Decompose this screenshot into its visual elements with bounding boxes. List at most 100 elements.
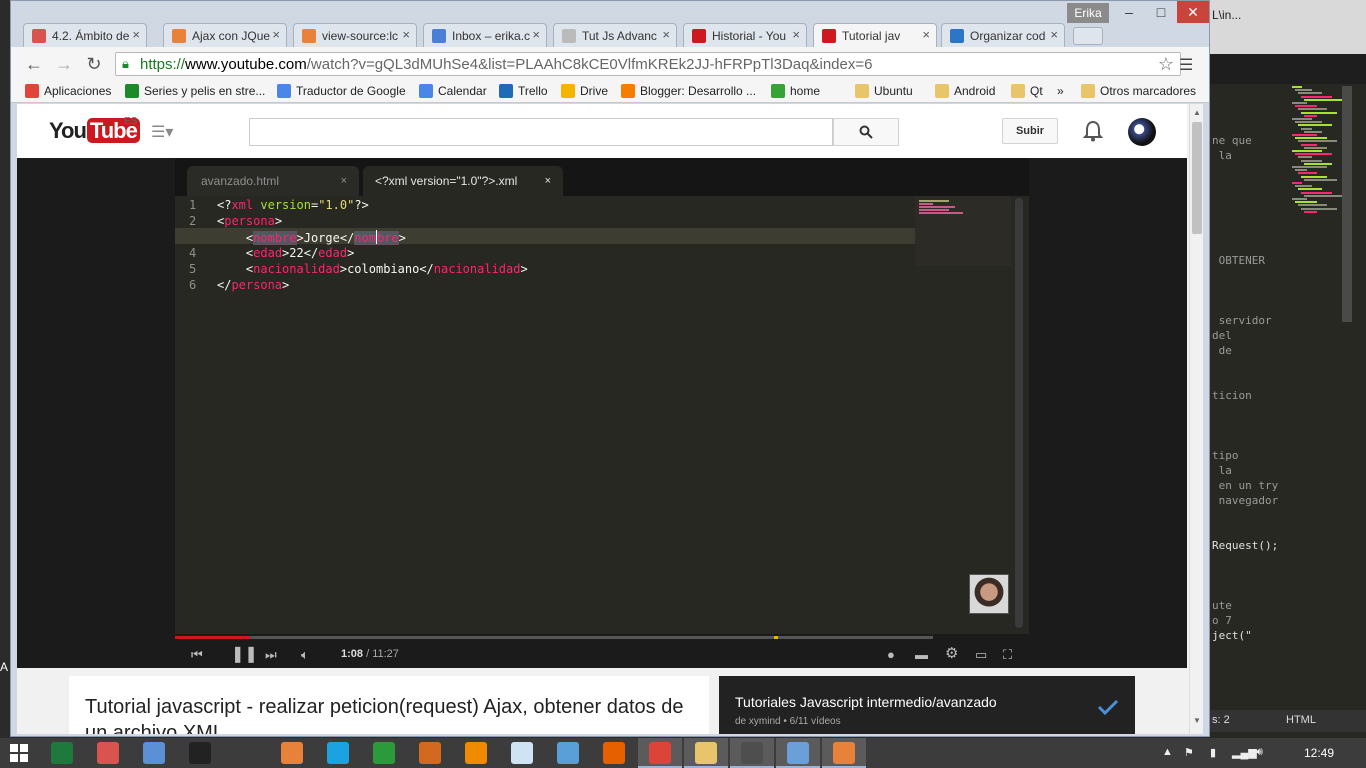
fullscreen-icon[interactable]: ⛶: [1003, 647, 1012, 663]
browser-tab[interactable]: Inbox – erika.c ×: [423, 23, 547, 47]
taskbar-app[interactable]: [408, 738, 452, 768]
taskbar-app[interactable]: [546, 738, 590, 768]
browser-tab[interactable]: Tutorial jav ×: [813, 23, 937, 47]
taskbar-app[interactable]: [40, 738, 84, 768]
guide-menu-icon[interactable]: ☰▾: [151, 122, 173, 142]
bookmark-item[interactable]: Calendar: [419, 84, 487, 98]
tab-close-icon[interactable]: ×: [662, 27, 670, 42]
keyboard-icon: [143, 742, 165, 764]
forward-button[interactable]: →: [53, 53, 75, 75]
theater-mode-icon[interactable]: ▭: [975, 647, 987, 663]
close-window-button[interactable]: ✕: [1177, 1, 1209, 23]
bookmark-item[interactable]: Trello: [499, 84, 548, 98]
tab-close-icon[interactable]: ×: [1050, 27, 1058, 42]
volume-icon[interactable]: 🔈︎: [301, 647, 309, 663]
youtube-logo[interactable]: You Tube ES: [49, 116, 140, 144]
volume-tray-icon[interactable]: 🔊︎: [1256, 746, 1263, 759]
line-number: 5: [189, 262, 197, 276]
bookmark-icon: [25, 84, 39, 98]
taskbar-app[interactable]: [500, 738, 544, 768]
browser-tab[interactable]: Ajax con JQue ×: [163, 23, 287, 47]
new-tab-button[interactable]: [1073, 27, 1103, 45]
bookmark-item[interactable]: Android: [935, 84, 995, 98]
scroll-thumb[interactable]: [1192, 122, 1202, 234]
reload-button[interactable]: ↻: [83, 53, 105, 75]
bg-editor-scrollbar[interactable]: [1342, 86, 1352, 322]
search-input[interactable]: [249, 118, 833, 146]
tab-close-icon[interactable]: ×: [532, 27, 540, 42]
signal-icon[interactable]: ▂▄▆: [1232, 746, 1257, 759]
subtitles-icon[interactable]: ▬: [915, 647, 928, 662]
taskbar-app[interactable]: [362, 738, 406, 768]
playlist-panel[interactable]: Tutoriales Javascript intermedio/avanzad…: [719, 676, 1135, 734]
browser-tab[interactable]: Historial - You ×: [683, 23, 807, 47]
other-bookmarks[interactable]: Otros marcadores: [1081, 84, 1196, 98]
address-bar[interactable]: 🔒︎ https://www.youtube.com/watch?v=gQL3d…: [115, 52, 1181, 76]
minimize-button[interactable]: –: [1113, 1, 1145, 23]
bg-code-line: ne que: [1212, 134, 1252, 147]
browser-tab[interactable]: view-source:lc ×: [293, 23, 417, 47]
bookmark-item[interactable]: Drive: [561, 84, 608, 98]
previous-icon[interactable]: ⏮: [191, 647, 203, 663]
windows-start-icon[interactable]: [10, 744, 28, 767]
next-icon[interactable]: ⏭: [265, 647, 277, 663]
taskbar-app[interactable]: [776, 738, 820, 768]
avatar[interactable]: [1128, 118, 1156, 146]
battery-icon[interactable]: ▮: [1210, 746, 1216, 759]
tab-close-icon[interactable]: ×: [922, 27, 930, 42]
taskbar-app[interactable]: [316, 738, 360, 768]
profile-button[interactable]: Erika: [1067, 3, 1109, 23]
tab-close-icon[interactable]: ×: [132, 27, 140, 42]
bookmark-star-icon[interactable]: ☆: [1158, 54, 1174, 75]
taskbar-app[interactable]: [684, 738, 728, 768]
page-scrollbar[interactable]: ▲ ▼: [1189, 104, 1203, 734]
bookmark-item[interactable]: Aplicaciones: [25, 84, 111, 98]
back-button[interactable]: ←: [23, 53, 45, 75]
browser-tab[interactable]: Organizar cod ×: [941, 23, 1065, 47]
scroll-down-icon[interactable]: ▼: [1193, 716, 1201, 725]
media-icon: [281, 742, 303, 764]
background-editor-window: L\in... ▼ ne que la OBTENER servidordel …: [1208, 0, 1366, 740]
bg-code-line: navegador: [1212, 494, 1279, 507]
taskbar-app[interactable]: [730, 738, 774, 768]
notifications-bell-icon[interactable]: [1082, 120, 1104, 147]
bg-status-syntax[interactable]: HTML: [1286, 714, 1316, 726]
search-button[interactable]: [833, 118, 899, 146]
settings-gear-icon[interactable]: ⚙: [945, 644, 958, 662]
tab-close-icon[interactable]: ×: [792, 27, 800, 42]
bookmark-item[interactable]: Ubuntu: [855, 84, 913, 98]
taskbar-app[interactable]: [638, 738, 682, 768]
taskbar-app[interactable]: [592, 738, 636, 768]
chrome-menu-icon[interactable]: ☰: [1179, 55, 1197, 75]
browser-tab[interactable]: 4.2. Ámbito de ×: [23, 23, 147, 47]
upload-button[interactable]: Subir: [1002, 118, 1058, 144]
bookmark-label: home: [790, 84, 821, 98]
bookmark-item[interactable]: Traductor de Google: [277, 84, 406, 98]
taskbar-app[interactable]: [86, 738, 130, 768]
browser-tab[interactable]: Tut Js Advanc ×: [553, 23, 677, 47]
maximize-button[interactable]: □: [1145, 1, 1177, 23]
flag-icon[interactable]: ⚑: [1184, 746, 1194, 759]
clock[interactable]: 12:49: [1304, 746, 1334, 760]
taskbar-app[interactable]: [178, 738, 222, 768]
bookmark-item[interactable]: home: [771, 84, 820, 98]
bookmarks-overflow-button[interactable]: »: [1057, 84, 1064, 98]
taskbar-app[interactable]: [454, 738, 498, 768]
taskbar-app[interactable]: [822, 738, 866, 768]
tab-close-icon[interactable]: ×: [402, 27, 410, 42]
watch-later-icon[interactable]: ●: [887, 647, 895, 662]
bg-editor-minimap[interactable]: [1284, 86, 1344, 226]
tray-up-arrow-icon[interactable]: ▲: [1162, 746, 1173, 758]
playlist-title[interactable]: Tutoriales Javascript intermedio/avanzad…: [735, 694, 997, 710]
taskbar-app[interactable]: [132, 738, 176, 768]
bookmark-item[interactable]: Series y pelis en stre...: [125, 84, 265, 98]
progress-bar[interactable]: [175, 636, 933, 639]
bookmark-item[interactable]: Qt: [1011, 84, 1043, 98]
taskbar-app[interactable]: [270, 738, 314, 768]
scroll-up-icon[interactable]: ▲: [1193, 108, 1201, 117]
video-frame[interactable]: avanzado.html × <?xml version="1.0"?>.xml…: [175, 158, 1029, 638]
video-player[interactable]: avanzado.html × <?xml version="1.0"?>.xml…: [17, 158, 1187, 668]
bookmark-item[interactable]: Blogger: Desarrollo ...: [621, 84, 756, 98]
tab-close-icon[interactable]: ×: [272, 27, 280, 42]
pause-icon[interactable]: ❚❚: [231, 644, 258, 664]
